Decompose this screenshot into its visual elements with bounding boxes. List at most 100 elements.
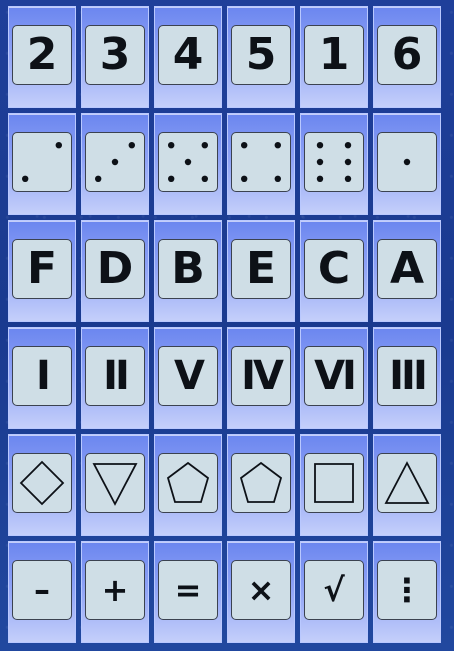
card-face: E <box>231 239 291 299</box>
triangle-up-shape <box>384 461 430 504</box>
card-face: 2 <box>12 25 72 85</box>
card-number-r1c5[interactable]: 1 <box>300 6 368 108</box>
card-dice-r2c3[interactable] <box>154 113 222 215</box>
dice-pip <box>316 158 324 166</box>
square-shape <box>314 463 354 503</box>
card-number-r1c4[interactable]: 5 <box>227 6 295 108</box>
card-letter-r3c1[interactable]: F <box>8 220 76 322</box>
letter-label: C <box>317 243 351 294</box>
card-roman-r4c2[interactable]: II <box>81 327 149 429</box>
card-face <box>85 132 145 192</box>
card-face: 6 <box>377 25 437 85</box>
pentagon-icon <box>239 461 283 503</box>
dice-pip <box>316 142 324 149</box>
card-face: V <box>158 346 218 406</box>
card-number-r1c2[interactable]: 3 <box>81 6 149 108</box>
card-face: VI <box>304 346 364 406</box>
dice-pip <box>111 158 119 166</box>
card-face: C <box>304 239 364 299</box>
dice-face-4-icon <box>241 142 281 182</box>
dice-pip <box>184 158 192 166</box>
dice-pip <box>55 142 62 149</box>
card-roman-r4c4[interactable]: IV <box>227 327 295 429</box>
card-face: A <box>377 239 437 299</box>
roman-label: IV <box>241 353 284 399</box>
pentagon-icon <box>166 461 210 503</box>
card-operator-r6c3[interactable]: = <box>154 541 222 643</box>
card-letter-r3c4[interactable]: E <box>227 220 295 322</box>
card-roman-r4c1[interactable]: I <box>8 327 76 429</box>
card-letter-r3c5[interactable]: C <box>300 220 368 322</box>
letter-label: F <box>26 243 58 294</box>
card-face: × <box>231 560 291 620</box>
card-roman-r4c6[interactable]: III <box>373 327 441 429</box>
card-shape-r5c5[interactable] <box>300 434 368 536</box>
diamond-icon <box>19 460 65 506</box>
triangle-up-icon <box>384 461 430 504</box>
pentagon-shape <box>166 461 210 503</box>
card-shape-r5c6[interactable] <box>373 434 441 536</box>
dice-pip <box>274 142 281 149</box>
dice-pip <box>241 175 248 182</box>
card-roman-r4c3[interactable]: V <box>154 327 222 429</box>
card-face <box>304 453 364 513</box>
card-face: 3 <box>85 25 145 85</box>
card-operator-r6c2[interactable]: + <box>81 541 149 643</box>
number-label: 6 <box>391 29 423 80</box>
dice-pip <box>201 175 208 182</box>
roman-label: I <box>36 353 51 399</box>
card-dice-r2c5[interactable] <box>300 113 368 215</box>
card-operator-r6c1[interactable]: – <box>8 541 76 643</box>
dice-pip <box>403 158 411 166</box>
card-letter-r3c2[interactable]: D <box>81 220 149 322</box>
card-shape-r5c1[interactable] <box>8 434 76 536</box>
dice-face-2-icon <box>22 142 62 182</box>
dice-pip <box>22 175 29 182</box>
card-letter-r3c6[interactable]: A <box>373 220 441 322</box>
card-dice-r2c2[interactable] <box>81 113 149 215</box>
card-shape-r5c2[interactable] <box>81 434 149 536</box>
roman-label: III <box>389 353 428 399</box>
square-icon <box>314 463 354 503</box>
pentagon-shape <box>239 461 283 503</box>
card-operator-r6c6[interactable]: ⋮ <box>373 541 441 643</box>
roman-label: V <box>174 353 205 399</box>
card-roman-r4c5[interactable]: VI <box>300 327 368 429</box>
card-operator-r6c4[interactable]: × <box>227 541 295 643</box>
card-shape-r5c4[interactable] <box>227 434 295 536</box>
dice-face-5-icon <box>168 142 208 182</box>
dice-pip <box>128 142 135 149</box>
card-face: II <box>85 346 145 406</box>
card-face <box>377 132 437 192</box>
roman-label: VI <box>314 353 357 399</box>
card-face: 4 <box>158 25 218 85</box>
card-number-r1c1[interactable]: 2 <box>8 6 76 108</box>
card-face: √ <box>304 560 364 620</box>
card-dice-r2c1[interactable] <box>8 113 76 215</box>
dice-pip <box>201 142 208 149</box>
letter-label: E <box>245 243 277 294</box>
card-face: I <box>12 346 72 406</box>
dice-pip <box>344 158 352 166</box>
card-face: IV <box>231 346 291 406</box>
diamond-shape <box>19 460 65 506</box>
card-face <box>231 132 291 192</box>
card-number-r1c3[interactable]: 4 <box>154 6 222 108</box>
operator-label: √ <box>323 571 345 609</box>
card-number-r1c6[interactable]: 6 <box>373 6 441 108</box>
card-operator-r6c5[interactable]: √ <box>300 541 368 643</box>
card-dice-r2c6[interactable] <box>373 113 441 215</box>
triangle-down-icon <box>92 463 138 506</box>
dice-face-6-icon <box>316 142 352 182</box>
operator-label: + <box>101 571 129 609</box>
card-face <box>12 453 72 513</box>
card-dice-r2c4[interactable] <box>227 113 295 215</box>
dice-pip <box>241 142 248 149</box>
roman-label: II <box>103 353 130 399</box>
card-shape-r5c3[interactable] <box>154 434 222 536</box>
dice-pip <box>274 175 281 182</box>
card-face <box>158 132 218 192</box>
dice-face-1-icon <box>403 158 411 166</box>
card-face: F <box>12 239 72 299</box>
card-letter-r3c3[interactable]: B <box>154 220 222 322</box>
